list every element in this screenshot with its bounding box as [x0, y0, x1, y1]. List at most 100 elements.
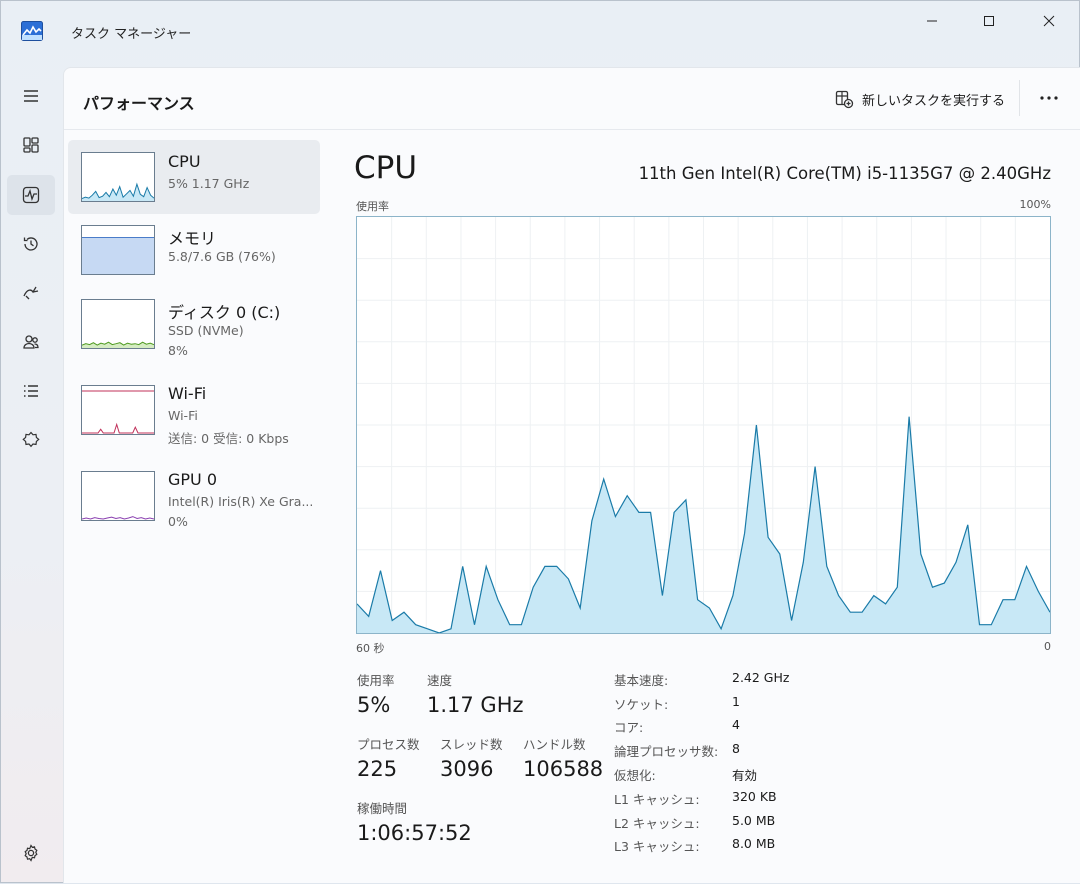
spec-l1-cache-value: 320 KB — [732, 789, 777, 804]
task-manager-window: タスク マネージャー パフォーマンス 新しいタスクを実行する CPU 5% 1.… — [0, 0, 1080, 883]
wifi-mini-graph — [82, 390, 154, 434]
device-name: GPU 0 — [168, 470, 218, 489]
startup-apps-icon — [23, 286, 39, 300]
device-detail: Intel(R) Iris(R) Xe Gra... — [168, 494, 314, 509]
nav-users[interactable] — [7, 322, 55, 362]
graph-y-max-label: 100% — [1019, 198, 1051, 211]
nav-app-history[interactable] — [7, 224, 55, 264]
threads-value: 3096 — [440, 757, 494, 781]
spec-l2-cache-label: L2 キャッシュ: — [614, 816, 700, 831]
services-icon — [22, 431, 40, 448]
cpu-heading: CPU — [354, 150, 418, 186]
device-name: Wi-Fi — [168, 384, 207, 403]
uptime-label: 稼働時間 — [357, 801, 408, 816]
device-usage: 8% — [168, 343, 188, 358]
disk-thumbnail — [81, 299, 155, 349]
usage-label: 使用率 — [357, 673, 395, 688]
run-new-task-icon — [835, 90, 854, 109]
cpu-usage-graph — [356, 216, 1051, 634]
page-title: パフォーマンス — [83, 94, 195, 113]
device-throughput: 送信: 0 受信: 0 Kbps — [168, 431, 289, 446]
nav-details[interactable] — [7, 371, 55, 411]
spec-l1-cache-label: L1 キャッシュ: — [614, 792, 700, 807]
spec-cores-label: コア: — [614, 720, 644, 735]
spec-virtualization-label: 仮想化: — [614, 768, 656, 783]
speed-value: 1.17 GHz — [427, 693, 524, 717]
settings-icon — [24, 844, 38, 862]
spec-cores-value: 4 — [732, 717, 740, 732]
disk-mini-graph — [82, 341, 154, 348]
users-icon — [23, 335, 39, 349]
spec-l2-cache-value: 5.0 MB — [732, 813, 776, 828]
memory-thumbnail — [81, 225, 155, 275]
device-detail: SSD (NVMe) — [168, 323, 244, 338]
graph-y-axis-label: 使用率 — [356, 200, 389, 213]
menu-toggle-button[interactable] — [7, 76, 55, 116]
content-header: パフォーマンス 新しいタスクを実行する — [64, 68, 1080, 130]
task-manager-app-icon — [21, 21, 43, 41]
details-icon — [24, 385, 38, 397]
processes-icon — [23, 137, 39, 153]
cpu-usage-chart — [357, 217, 1050, 633]
maximize-icon — [984, 16, 994, 26]
device-detail: 5.8/7.6 GB (76%) — [168, 249, 276, 264]
memory-mini-graph — [82, 237, 154, 274]
more-options-button[interactable] — [1034, 86, 1064, 110]
gpu-mini-graph — [82, 516, 154, 520]
spec-virtualization-value: 有効 — [732, 768, 758, 783]
wifi-mini-line — [82, 422, 154, 434]
title-bar: タスク マネージャー — [1, 1, 1079, 65]
minimize-button[interactable] — [904, 5, 960, 37]
device-detail: Wi-Fi — [168, 408, 198, 423]
device-usage: 0% — [168, 514, 188, 529]
handles-value: 106588 — [523, 757, 604, 781]
spec-logical-processors-label: 論理プロセッサ数: — [614, 744, 719, 759]
nav-processes[interactable] — [7, 125, 55, 165]
close-icon — [1043, 15, 1055, 27]
app-history-icon — [23, 237, 38, 251]
spec-sockets-value: 1 — [732, 694, 740, 709]
nav-services[interactable] — [7, 420, 55, 460]
hamburger-menu-icon — [24, 90, 38, 102]
cpu-mini-area — [82, 184, 154, 201]
performance-icon — [22, 186, 40, 204]
more-options-icon — [1040, 96, 1058, 100]
cpu-model-name: 11th Gen Intel(R) Core(TM) i5-1135G7 @ 2… — [638, 164, 1051, 183]
device-detail: 5% 1.17 GHz — [168, 176, 250, 191]
header-divider — [1019, 80, 1020, 116]
run-new-task-button[interactable]: 新しいタスクを実行する — [834, 86, 1005, 112]
navigation-rail — [1, 65, 63, 884]
spec-logical-processors-value: 8 — [732, 741, 740, 756]
nav-performance[interactable] — [7, 175, 55, 215]
content-pane: パフォーマンス 新しいタスクを実行する CPU 5% 1.17 GHz メモリ … — [63, 67, 1080, 883]
window-title: タスク マネージャー — [71, 27, 192, 42]
device-name: ディスク 0 (C:) — [168, 303, 281, 322]
spec-sockets-label: ソケット: — [614, 697, 669, 712]
device-name: CPU — [168, 152, 201, 171]
minimize-icon — [927, 20, 937, 22]
device-wifi[interactable]: Wi-Fi Wi-Fi 送信: 0 受信: 0 Kbps — [68, 374, 320, 448]
wifi-thumbnail — [81, 385, 155, 435]
nav-settings[interactable] — [7, 833, 55, 873]
device-cpu[interactable]: CPU 5% 1.17 GHz — [68, 140, 320, 214]
gpu-thumbnail — [81, 471, 155, 521]
usage-value: 5% — [357, 693, 391, 717]
run-new-task-label: 新しいタスクを実行する — [862, 93, 1006, 109]
cpu-mini-graph — [82, 182, 154, 201]
processes-label: プロセス数 — [357, 737, 420, 752]
gpu-mini-line — [82, 516, 154, 520]
device-gpu[interactable]: GPU 0 Intel(R) Iris(R) Xe Gra... 0% — [68, 460, 320, 534]
close-button[interactable] — [1021, 5, 1077, 37]
uptime-value: 1:06:57:52 — [357, 821, 472, 845]
device-memory[interactable]: メモリ 5.8/7.6 GB (76%) — [68, 214, 320, 288]
graph-x-right-label: 0 — [1044, 640, 1051, 653]
threads-label: スレッド数 — [440, 737, 503, 752]
spec-base-speed-label: 基本速度: — [614, 673, 669, 688]
spec-base-speed-value: 2.42 GHz — [732, 670, 790, 685]
processes-value: 225 — [357, 757, 398, 781]
device-disk[interactable]: ディスク 0 (C:) SSD (NVMe) 8% — [68, 288, 320, 362]
nav-startup-apps[interactable] — [7, 273, 55, 313]
maximize-button[interactable] — [961, 5, 1017, 37]
handles-label: ハンドル数 — [523, 737, 586, 752]
cpu-thumbnail — [81, 152, 155, 202]
